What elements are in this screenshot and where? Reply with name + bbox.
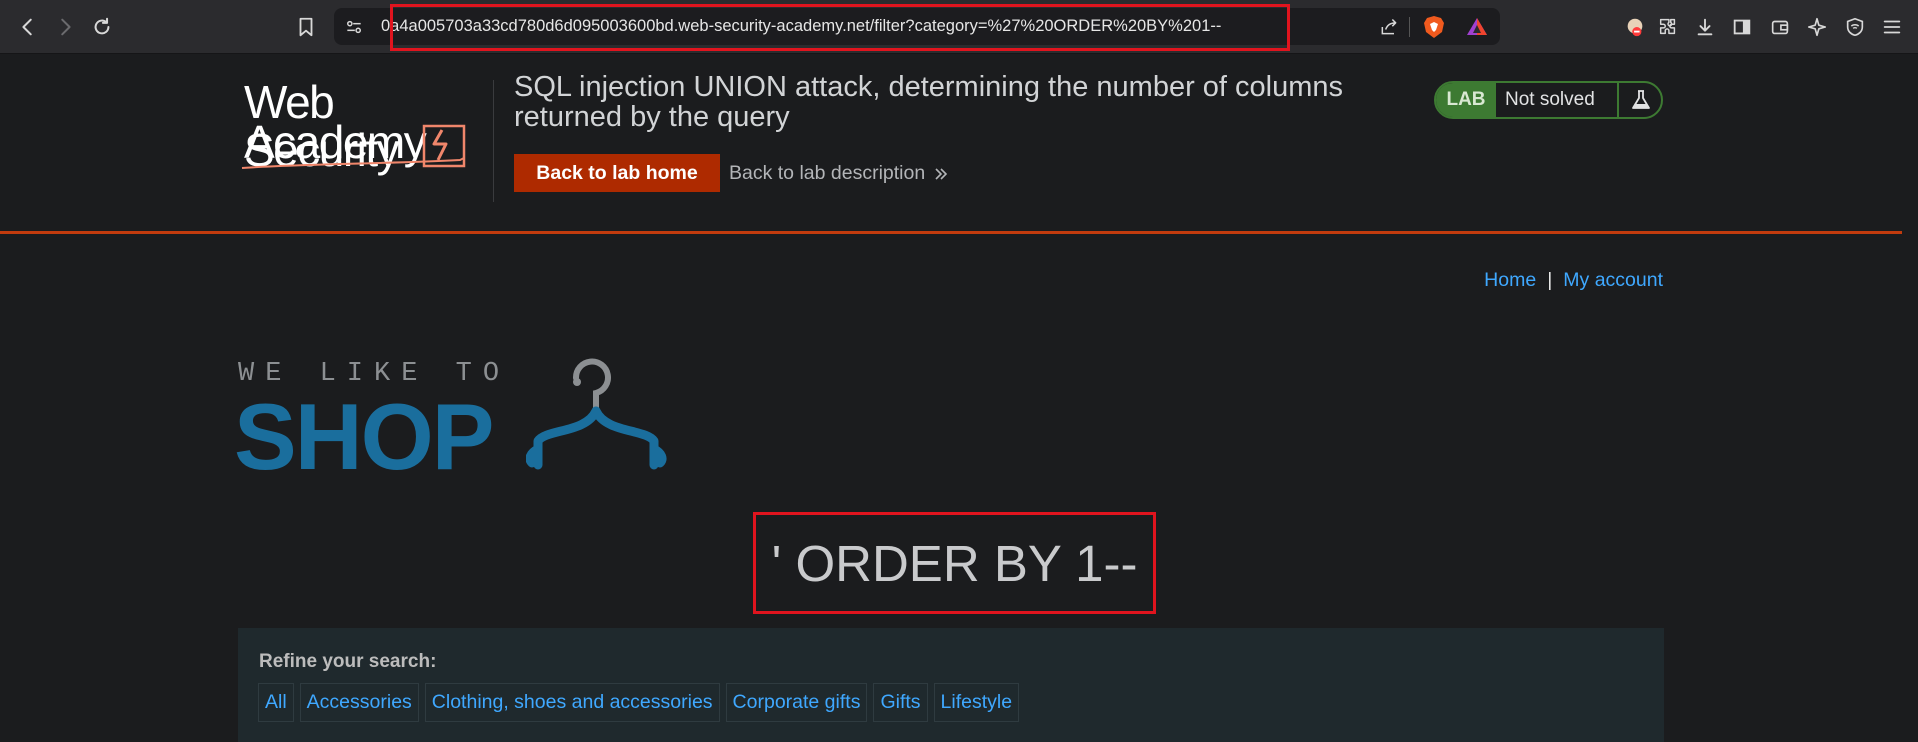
url-highlight-box — [390, 4, 1290, 51]
back-icon[interactable] — [14, 13, 42, 41]
category-link-gifts[interactable]: Gifts — [873, 683, 928, 722]
brave-shields-icon[interactable] — [1421, 14, 1447, 40]
lab-title: SQL injection UNION attack, determining … — [514, 71, 1344, 133]
refine-search-panel: Refine your search: All Accessories Clot… — [238, 628, 1664, 742]
header-divider — [493, 80, 494, 202]
bookmark-icon[interactable] — [292, 13, 320, 41]
lab-badge: LAB — [1436, 83, 1496, 117]
refine-label: Refine your search: — [259, 651, 437, 672]
extensions-icon[interactable] — [1654, 13, 1682, 41]
home-link[interactable]: Home — [1484, 269, 1536, 291]
download-icon[interactable] — [1691, 13, 1719, 41]
category-link-all[interactable]: All — [258, 683, 294, 722]
hanger-icon — [526, 358, 667, 470]
extension-puzzle-avatar-icon[interactable] — [1621, 13, 1649, 41]
lab-status-widget: LAB Not solved — [1434, 81, 1663, 119]
double-chevron-right-icon — [935, 168, 948, 180]
category-link-lifestyle[interactable]: Lifestyle — [933, 683, 1020, 722]
shop-word: SHOP — [234, 384, 494, 489]
back-to-lab-home-button[interactable]: Back to lab home — [514, 154, 720, 192]
category-heading: ' ORDER BY 1-- — [753, 512, 1156, 614]
category-link-corporate-gifts[interactable]: Corporate gifts — [725, 683, 868, 722]
back-to-lab-description-label: Back to lab description — [729, 162, 926, 184]
web-security-academy-logo[interactable]: Web Security Academy — [240, 78, 492, 198]
forward-icon[interactable] — [51, 13, 79, 41]
flask-icon — [1617, 83, 1661, 117]
category-filter-list: All Accessories Clothing, shoes and acce… — [258, 683, 1020, 722]
category-link-clothing[interactable]: Clothing, shoes and accessories — [424, 683, 720, 722]
menu-icon[interactable] — [1878, 13, 1906, 41]
my-account-link[interactable]: My account — [1563, 269, 1663, 291]
back-to-lab-description-link[interactable]: Back to lab description — [729, 154, 949, 192]
share-icon[interactable] — [1377, 15, 1401, 39]
logo-lightning-icon — [241, 124, 466, 169]
vpn-shield-icon[interactable] — [1841, 13, 1869, 41]
leo-ai-icon[interactable] — [1803, 13, 1831, 41]
brave-rewards-icon[interactable] — [1464, 14, 1490, 40]
category-link-accessories[interactable]: Accessories — [299, 683, 419, 722]
browser-toolbar: 0a4a005703a33cd780d6d095003600bd.web-sec… — [0, 0, 1918, 54]
lab-status-text: Not solved — [1505, 89, 1595, 110]
lab-header: Web Security Academy SQL injection UNION… — [0, 54, 1902, 234]
site-settings-icon[interactable] — [342, 15, 366, 39]
nav-separator: | — [1547, 269, 1553, 291]
sidebar-icon[interactable] — [1728, 13, 1756, 41]
shop-logo: WE LIKE TO SHOP — [234, 355, 684, 487]
reload-icon[interactable] — [88, 13, 116, 41]
top-nav: Home | My account — [1470, 269, 1663, 292]
url-divider — [1409, 17, 1410, 37]
wallet-icon[interactable] — [1766, 13, 1794, 41]
